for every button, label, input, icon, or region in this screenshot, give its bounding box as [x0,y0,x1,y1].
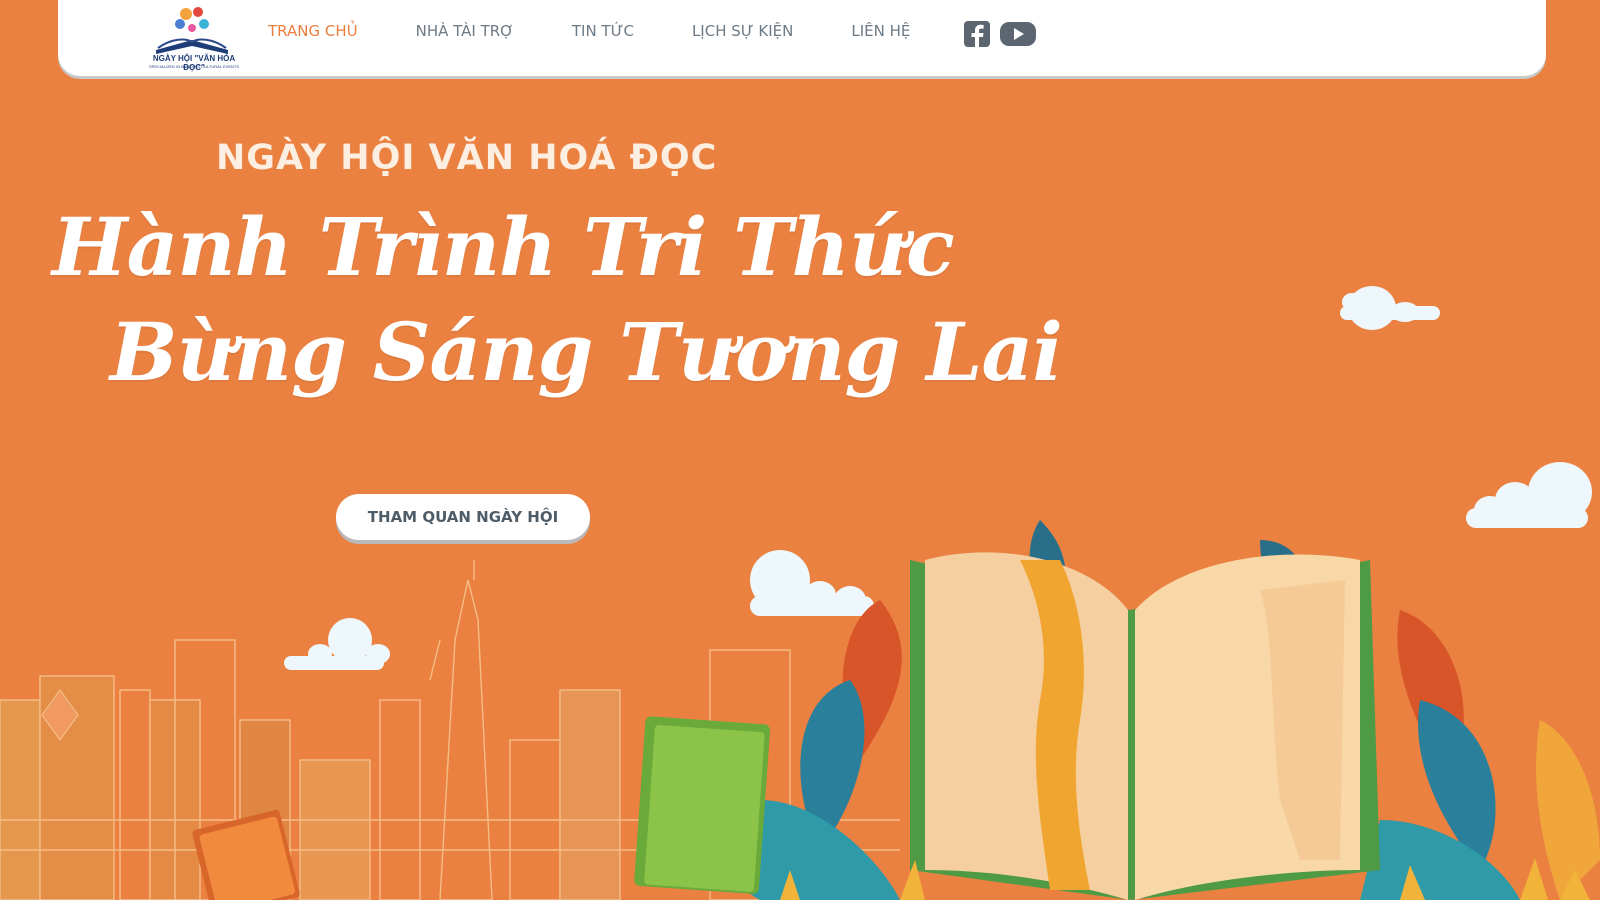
youtube-icon[interactable] [1000,20,1036,52]
site-logo[interactable]: NGÀY HỘI "VĂN HÓA ĐỌC" SPECIALIZED IN BU… [146,2,242,72]
top-navbar: NGÀY HỘI "VĂN HÓA ĐỌC" SPECIALIZED IN BU… [58,0,1546,76]
logo-title: NGÀY HỘI "VĂN HÓA ĐỌC" [152,54,236,72]
cloud-icon [1340,286,1440,330]
cloud-icon [750,550,874,616]
hero-illustration [0,286,1600,900]
nav-item-contact[interactable]: LIÊN HỆ [851,22,910,46]
open-book-illustration [910,552,1380,900]
social-links [964,20,1036,52]
nav-item-events[interactable]: LỊCH SỰ KIỆN [692,22,793,46]
nav-item-sponsors[interactable]: NHÀ TÀI TRỢ [416,22,514,46]
visit-festival-button[interactable]: THAM QUAN NGÀY HỘI [336,494,590,540]
cloud-icon [284,618,390,670]
book-logo-icon [156,7,228,54]
main-nav: TRANG CHỦ NHÀ TÀI TRỢ TIN TỨC LỊCH SỰ KI… [268,22,968,46]
hero-title-line2: Bừng Sáng Tương Lai [110,305,1063,399]
nav-item-news[interactable]: TIN TỨC [572,22,634,46]
hero-label: NGÀY HỘI VĂN HOÁ ĐỌC [216,138,718,178]
nav-item-home[interactable]: TRANG CHỦ [268,22,358,46]
green-book-illustration [634,716,771,894]
logo-subtitle: SPECIALIZED IN BUILDING CULTURAL EVENTS [148,64,240,69]
facebook-icon[interactable] [964,20,990,52]
cloud-icon [1466,462,1592,528]
hero-title-line1: Hành Trình Tri Thức [52,200,955,294]
